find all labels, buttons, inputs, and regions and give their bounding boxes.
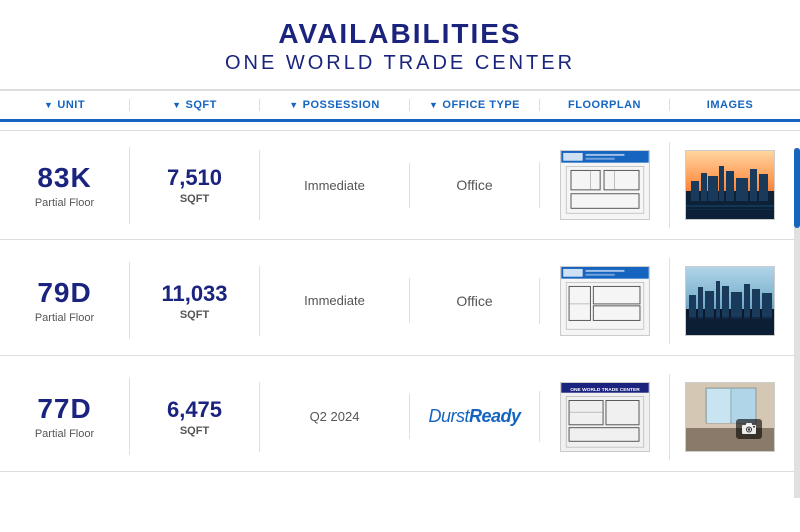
unit-label: Partial Floor (35, 312, 94, 324)
row-possession-83k: Immediate (260, 163, 410, 208)
unit-id: 83K (37, 162, 91, 194)
col-label-images: IMAGES (707, 99, 753, 111)
page-container: AVAILABILITIES ONE WORLD TRADE CENTER ▼ … (0, 0, 800, 472)
col-label-possession: POSSESSION (303, 99, 380, 111)
sqft-label: SQFT (180, 193, 209, 205)
table-row[interactable]: 77D Partial Floor 6,475 SQFT Q2 2024 Dur… (0, 362, 800, 472)
sqft-value: 6,475 (167, 397, 222, 423)
col-header-floorplan: FLOORPLAN (540, 99, 670, 111)
floorplan-thumbnail (560, 150, 650, 220)
row-unit-83k: 83K Partial Floor (0, 147, 130, 224)
row-possession-77d: Q2 2024 (260, 394, 410, 439)
row-possession-79d: Immediate (260, 278, 410, 323)
unit-label: Partial Floor (35, 428, 94, 440)
column-headers: ▼ UNIT ▼ SQFT ▼ POSSESSION ▼ OFFICE TYPE… (0, 90, 800, 122)
row-sqft-77d: 6,475 SQFT (130, 382, 260, 452)
col-label-office-type: OFFICE TYPE (442, 99, 520, 111)
sort-arrow-office-type: ▼ (429, 100, 438, 110)
svg-text:ONE WORLD TRADE CENTER: ONE WORLD TRADE CENTER (570, 386, 640, 392)
row-floorplan-83k[interactable] (540, 142, 670, 228)
sort-arrow-possession: ▼ (289, 100, 298, 110)
row-images-83k[interactable] (670, 142, 790, 228)
row-unit-79d: 79D Partial Floor (0, 262, 130, 339)
row-images-77d[interactable] (670, 374, 790, 460)
floorplan-thumbnail (560, 266, 650, 336)
image-thumbnail (685, 382, 775, 452)
sort-arrow-unit: ▼ (44, 100, 53, 110)
table-row[interactable]: 79D Partial Floor 11,033 SQFT Immediate … (0, 246, 800, 356)
row-floorplan-77d[interactable]: ONE WORLD TRADE CENTER (540, 374, 670, 460)
table-row[interactable]: 83K Partial Floor 7,510 SQFT Immediate O… (0, 130, 800, 240)
row-floorplan-79d[interactable] (540, 258, 670, 344)
row-unit-77d: 77D Partial Floor (0, 378, 130, 455)
col-header-unit[interactable]: ▼ UNIT (0, 99, 130, 111)
durst-text: Durst (428, 406, 469, 426)
camera-icon (736, 419, 762, 439)
row-images-79d[interactable] (670, 258, 790, 344)
col-label-floorplan: FLOORPLAN (568, 99, 641, 111)
row-sqft-79d: 11,033 SQFT (130, 266, 260, 336)
col-header-office-type[interactable]: ▼ OFFICE TYPE (410, 99, 540, 111)
sqft-label: SQFT (180, 309, 209, 321)
sqft-label: SQFT (180, 425, 209, 437)
row-sqft-83k: 7,510 SQFT (130, 150, 260, 220)
row-office-type-79d: Office (410, 278, 540, 324)
col-label-unit: UNIT (57, 99, 85, 111)
scroll-indicator (794, 148, 800, 228)
page-subtitle: ONE WORLD TRADE CENTER (0, 52, 800, 75)
col-header-possession[interactable]: ▼ POSSESSION (260, 99, 410, 111)
unit-label: Partial Floor (35, 197, 94, 209)
col-label-sqft: SQFT (186, 99, 217, 111)
col-header-sqft[interactable]: ▼ SQFT (130, 99, 260, 111)
scrollbar[interactable] (794, 148, 800, 498)
durst-ready-logo: DurstReady (428, 406, 520, 427)
sqft-value: 7,510 (167, 165, 222, 191)
sort-arrow-sqft: ▼ (172, 100, 181, 110)
unit-id: 77D (37, 393, 91, 425)
row-office-type-83k: Office (410, 162, 540, 208)
image-thumbnail (685, 150, 775, 220)
floorplan-thumbnail: ONE WORLD TRADE CENTER (560, 382, 650, 452)
page-header: AVAILABILITIES ONE WORLD TRADE CENTER (0, 0, 800, 90)
page-title: AVAILABILITIES (0, 18, 800, 50)
city-photo (686, 151, 774, 219)
ready-text: Ready (469, 406, 521, 426)
image-thumbnail (685, 266, 775, 336)
rows-wrapper: 83K Partial Floor 7,510 SQFT Immediate O… (0, 130, 800, 472)
row-office-type-77d: DurstReady (410, 391, 540, 442)
unit-id: 79D (37, 277, 91, 309)
col-header-images: IMAGES (670, 99, 790, 111)
sqft-value: 11,033 (161, 281, 227, 307)
